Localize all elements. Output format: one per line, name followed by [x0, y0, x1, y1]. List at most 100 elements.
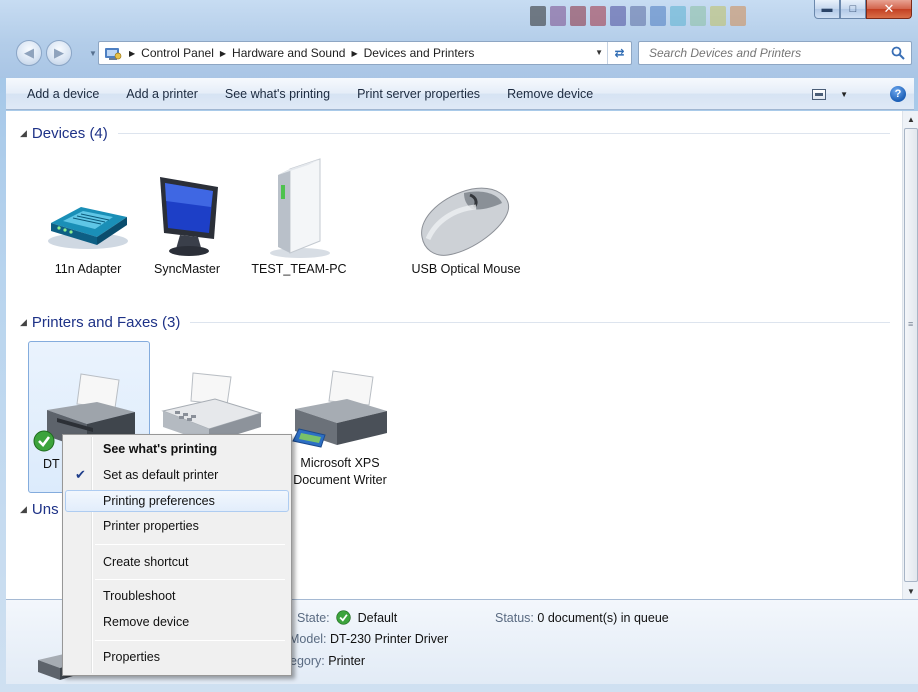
- menu-item-label: Printer properties: [103, 519, 199, 533]
- menu-item-see-whats-printing[interactable]: See what's printing: [65, 438, 289, 460]
- printer-label: DT: [43, 457, 60, 471]
- state-value: Default: [357, 611, 398, 625]
- model-row: Model: DT-230 Printer Driver: [289, 632, 448, 646]
- devices-group-header[interactable]: ◢ Devices (4): [20, 125, 890, 142]
- breadcrumb-separator-icon: ▶: [219, 48, 227, 58]
- device-label: USB Optical Mouse: [411, 262, 521, 276]
- scroll-up-arrow-icon[interactable]: ▲: [903, 111, 918, 127]
- monitor-icon: [160, 177, 218, 256]
- back-arrow-icon: ◀: [24, 45, 34, 60]
- add-printer-button[interactable]: Add a printer: [116, 78, 215, 109]
- category-label: egory:: [290, 654, 325, 668]
- menu-item-label: Properties: [103, 650, 160, 664]
- menu-separator: [95, 640, 285, 641]
- desktop-background-strip: [530, 6, 746, 28]
- scrollbar-thumb[interactable]: ≡: [904, 128, 918, 582]
- menu-separator: [95, 579, 285, 580]
- device-item-syncmaster[interactable]: SyncMaster: [128, 171, 246, 278]
- remove-device-button[interactable]: Remove device: [497, 78, 610, 109]
- menu-item-label: See what's printing: [103, 442, 218, 456]
- computer-tower-icon: [270, 158, 330, 258]
- maximize-button[interactable]: □: [840, 0, 866, 19]
- refresh-icon: ⇄: [614, 46, 625, 60]
- menu-item-label: Printing preferences: [103, 494, 215, 508]
- menu-item-label: Create shortcut: [103, 555, 189, 569]
- breadcrumb-separator-icon: ▶: [351, 48, 358, 58]
- view-controls: ▼ ?: [812, 78, 914, 110]
- model-label: Model:: [289, 632, 327, 646]
- maximize-icon: □: [849, 3, 857, 15]
- menu-item-label: Remove device: [103, 615, 190, 629]
- state-row: State: Default: [297, 610, 397, 625]
- unspecified-group-title: Uns: [31, 501, 59, 518]
- router-icon: [48, 207, 128, 249]
- close-button[interactable]: ✕: [866, 0, 912, 19]
- model-value: DT-230 Printer Driver: [330, 632, 449, 646]
- breadcrumb-separator-icon: ▶: [129, 48, 136, 58]
- add-device-button[interactable]: Add a device: [6, 78, 116, 109]
- control-panel-icon: [103, 45, 123, 61]
- search-input[interactable]: [647, 43, 877, 63]
- group-divider: [117, 133, 890, 134]
- see-whats-printing-button[interactable]: See what's printing: [215, 78, 347, 109]
- change-view-icon[interactable]: [812, 88, 827, 100]
- recent-pages-dropdown[interactable]: ▼: [89, 49, 97, 58]
- window-controls: ▬ □ ✕: [814, 0, 912, 19]
- back-button[interactable]: ◀: [16, 40, 42, 66]
- printer-item-microsoft-xps-document-writer[interactable]: Microsoft XPS Document Writer: [278, 369, 402, 489]
- breadcrumb-devices-and-printers[interactable]: Devices and Printers: [364, 46, 475, 60]
- menu-item-troubleshoot[interactable]: Troubleshoot: [65, 585, 289, 607]
- menu-item-printer-properties[interactable]: Printer properties: [65, 515, 289, 537]
- menu-item-properties[interactable]: Properties: [65, 646, 289, 668]
- group-divider: [190, 322, 890, 323]
- menu-item-printing-preferences[interactable]: Printing preferences: [65, 490, 289, 512]
- command-bar: Add a device Add a printer See what's pr…: [6, 78, 914, 110]
- collapse-triangle-icon: ◢: [20, 504, 27, 514]
- search-icon[interactable]: [890, 45, 906, 61]
- menu-separator: [95, 544, 285, 545]
- address-history-dropdown[interactable]: ▼: [595, 48, 603, 57]
- search-box[interactable]: [638, 41, 912, 65]
- default-checkmark-icon: [336, 610, 351, 625]
- close-icon: ✕: [883, 1, 895, 16]
- vertical-scrollbar[interactable]: ▲ ≡ ▼: [902, 111, 918, 599]
- breadcrumb-hardware-and-sound[interactable]: Hardware and Sound: [232, 46, 345, 60]
- status-label: Status:: [495, 611, 534, 625]
- menu-item-remove-device[interactable]: Remove device: [65, 611, 289, 633]
- category-row: egory: Printer: [290, 654, 365, 668]
- menu-item-set-as-default-printer[interactable]: ✔ Set as default printer: [65, 464, 289, 486]
- view-options-dropdown[interactable]: ▼: [840, 90, 848, 99]
- breadcrumb-control-panel[interactable]: Control Panel: [141, 46, 214, 60]
- device-item-usb-optical-mouse[interactable]: USB Optical Mouse: [407, 181, 525, 278]
- state-label: State:: [297, 611, 330, 625]
- forward-button[interactable]: ▶: [46, 40, 72, 66]
- address-bar[interactable]: ▶ Control Panel ▶ Hardware and Sound ▶ D…: [98, 41, 632, 65]
- device-item-test-team-pc[interactable]: TEST_TEAM-PC: [240, 155, 358, 278]
- menu-item-create-shortcut[interactable]: Create shortcut: [65, 551, 289, 573]
- grip-icon: ≡: [908, 319, 914, 329]
- checkmark-icon: ✔: [75, 467, 86, 482]
- forward-arrow-icon: ▶: [54, 45, 64, 60]
- menu-item-label: Troubleshoot: [103, 589, 176, 603]
- default-checkmark-icon: [33, 430, 55, 452]
- title-bar: ▬ □ ✕ ◀ ▶ ▼ ▶ Control Panel ▶ Hardware a…: [0, 0, 918, 78]
- collapse-triangle-icon: ◢: [20, 317, 27, 327]
- help-icon[interactable]: ?: [890, 86, 906, 102]
- context-menu: See what's printing ✔ Set as default prin…: [62, 434, 292, 676]
- minimize-icon: ▬: [821, 3, 833, 15]
- collapse-triangle-icon: ◢: [20, 128, 27, 138]
- refresh-button[interactable]: ⇄: [607, 42, 631, 64]
- scroll-down-arrow-icon[interactable]: ▼: [903, 583, 918, 599]
- status-value: 0 document(s) in queue: [537, 611, 669, 625]
- mouse-icon: [421, 187, 510, 256]
- printer-icon: [292, 370, 387, 448]
- print-server-properties-button[interactable]: Print server properties: [347, 78, 497, 109]
- minimize-button[interactable]: ▬: [814, 0, 840, 19]
- printers-group-title: Printers and Faxes (3): [31, 314, 181, 331]
- printer-label: Microsoft XPS Document Writer: [293, 456, 387, 487]
- menu-item-label: Set as default printer: [103, 468, 219, 482]
- printers-group-header[interactable]: ◢ Printers and Faxes (3): [20, 314, 890, 331]
- status-row: Status: 0 document(s) in queue: [495, 611, 669, 625]
- device-label: SyncMaster: [154, 262, 220, 276]
- device-label: TEST_TEAM-PC: [251, 262, 347, 276]
